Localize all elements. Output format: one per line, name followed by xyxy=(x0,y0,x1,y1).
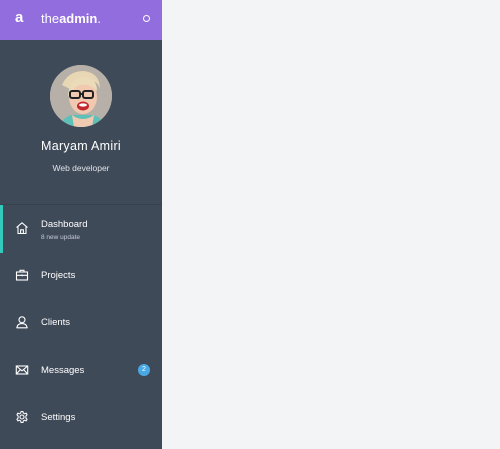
profile-name: Maryam Amiri xyxy=(41,139,121,153)
nav-label-projects: Projects xyxy=(41,270,76,281)
gear-icon xyxy=(16,410,28,424)
nav-item-messages[interactable]: Messages 2 xyxy=(0,347,162,395)
home-icon xyxy=(16,222,28,235)
sidebar-header: a theadmin. xyxy=(0,0,162,40)
briefcase-icon xyxy=(15,269,29,281)
sidebar: a theadmin. Maryam Amiri Web developer D… xyxy=(0,0,162,449)
nav-label-settings: Settings xyxy=(41,412,76,423)
logo-text-light: the xyxy=(41,11,60,26)
nav-sub-dashboard: 8 new update xyxy=(41,234,81,241)
active-indicator xyxy=(0,205,3,253)
nav-item-dashboard[interactable]: Dashboard 8 new update xyxy=(0,205,162,253)
nav-item-projects[interactable]: Projects xyxy=(0,252,162,300)
envelope-icon xyxy=(15,365,29,375)
logo-text-suffix: . xyxy=(97,11,101,26)
user-icon xyxy=(16,316,28,329)
avatar[interactable] xyxy=(50,65,112,127)
nav-item-settings[interactable]: Settings xyxy=(0,394,162,442)
logo-text[interactable]: theadmin. xyxy=(41,11,101,26)
sidebar-toggle-dot[interactable] xyxy=(143,15,150,22)
profile-section: Maryam Amiri Web developer xyxy=(0,40,162,205)
messages-badge: 2 xyxy=(138,364,150,376)
nav-label-messages: Messages xyxy=(41,365,85,376)
logo-mark[interactable]: a xyxy=(15,9,23,26)
avatar-portrait xyxy=(50,65,112,127)
main-content xyxy=(162,0,500,449)
nav-label-dashboard: Dashboard xyxy=(41,219,88,230)
logo-text-bold: admin xyxy=(59,11,98,26)
profile-role: Web developer xyxy=(52,163,110,173)
nav-label-clients: Clients xyxy=(41,317,71,328)
nav-item-clients[interactable]: Clients xyxy=(0,299,162,347)
